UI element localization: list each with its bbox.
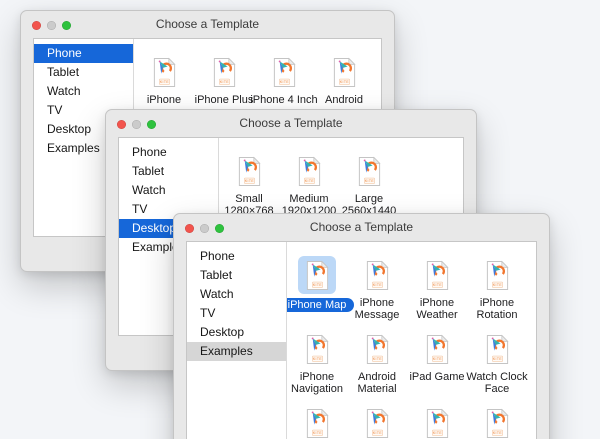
template-item-label: iPhone [147,94,181,106]
kite-file-icon [358,256,396,294]
window-title: Choose a Template [106,110,476,137]
size-name: Medium [289,193,328,205]
template-item-android-material[interactable]: Android Material [347,330,407,404]
titlebar[interactable]: Choose a Template [21,11,394,38]
category-sidebar: Phone Tablet Watch TV Desktop Examples [187,242,287,439]
kite-file-icon [298,330,336,368]
traffic-lights [32,21,71,30]
sidebar-item-desktop[interactable]: Desktop [187,323,286,342]
template-item-label: iPad Game [409,371,464,383]
sidebar-item-examples[interactable]: Examples [187,342,286,361]
kite-file-icon [478,330,516,368]
template-item-iphone-weather[interactable]: iPhone Weather [407,256,467,330]
sidebar-item-tablet[interactable]: Tablet [119,162,218,181]
selected-template-label: iPhone Map [287,298,354,312]
sidebar-item-watch[interactable]: Watch [34,82,133,101]
close-button[interactable] [117,120,126,129]
template-chooser-window-front: Choose a Template Phone Tablet Watch TV … [173,213,550,439]
template-item-campfire[interactable]: Campfire [467,404,527,439]
window-content: Phone Tablet Watch TV Desktop Examples i… [186,241,537,439]
kite-file-icon [265,53,303,91]
zoom-button[interactable] [62,21,71,30]
minimize-button[interactable] [200,224,209,233]
window-title: Choose a Template [21,11,394,38]
template-item-label: iPhone Navigation [291,371,343,395]
template-item-label: iPhone Weather [416,297,457,321]
sidebar-item-tablet[interactable]: Tablet [34,63,133,82]
close-button[interactable] [185,224,194,233]
window-title: Choose a Template [174,214,549,241]
kite-file-icon [205,53,243,91]
kite-file-icon [478,404,516,439]
kite-file-icon [350,152,388,190]
template-item-watch[interactable]: Watch [287,404,347,439]
titlebar[interactable]: Choose a Template [174,214,549,241]
traffic-lights [185,224,224,233]
template-item-iphone-navigation[interactable]: iPhone Navigation [287,330,347,404]
kite-file-icon [298,256,336,294]
zoom-button[interactable] [215,224,224,233]
template-item-tv-photo[interactable]: TV Photo [347,404,407,439]
kite-file-icon [358,330,396,368]
sidebar-item-tablet[interactable]: Tablet [187,266,286,285]
template-item-watch-clock-face[interactable]: Watch Clock Face [467,330,527,404]
minimize-button[interactable] [47,21,56,30]
sidebar-item-watch[interactable]: Watch [119,181,218,200]
size-name: Small [235,193,263,205]
kite-file-icon [230,152,268,190]
sidebar-item-phone[interactable]: Phone [34,44,133,63]
template-item-label: iPhone Message [355,297,400,321]
sidebar-item-phone[interactable]: Phone [187,247,286,266]
size-name: Large [355,193,383,205]
kite-file-icon [290,152,328,190]
template-grid-area: iPhone Map iPhone Message iPhone Weather… [287,242,536,439]
minimize-button[interactable] [132,120,141,129]
sidebar-item-watch[interactable]: Watch [187,285,286,304]
template-grid: iPhone Map iPhone Message iPhone Weather… [287,256,536,439]
template-item-label: iPhone 4 Inch [250,94,317,106]
kite-file-icon [418,256,456,294]
kite-file-icon [358,404,396,439]
template-item-label: iPhone Rotation [477,297,518,321]
close-button[interactable] [32,21,41,30]
titlebar[interactable]: Choose a Template [106,110,476,137]
kite-file-icon [145,53,183,91]
template-item-label: iPhone Plus [195,94,254,106]
kite-file-icon [478,256,516,294]
sidebar-item-phone[interactable]: Phone [119,143,218,162]
sidebar-item-tv[interactable]: TV [187,304,286,323]
template-item-label: Watch Clock Face [466,371,527,395]
kite-file-icon [418,404,456,439]
template-item-desktop[interactable]: Desktop [407,404,467,439]
template-item-label: Android Material [357,371,396,395]
kite-file-icon [418,330,456,368]
template-item-iphone-message[interactable]: iPhone Message [347,256,407,330]
template-item-iphone-rotation[interactable]: iPhone Rotation [467,256,527,330]
template-item-ipad-game[interactable]: iPad Game [407,330,467,404]
kite-file-icon [298,404,336,439]
template-item-iphone-map[interactable]: iPhone Map [287,256,347,330]
kite-file-icon [325,53,363,91]
zoom-button[interactable] [147,120,156,129]
traffic-lights [117,120,156,129]
template-item-label: Android [325,94,363,106]
